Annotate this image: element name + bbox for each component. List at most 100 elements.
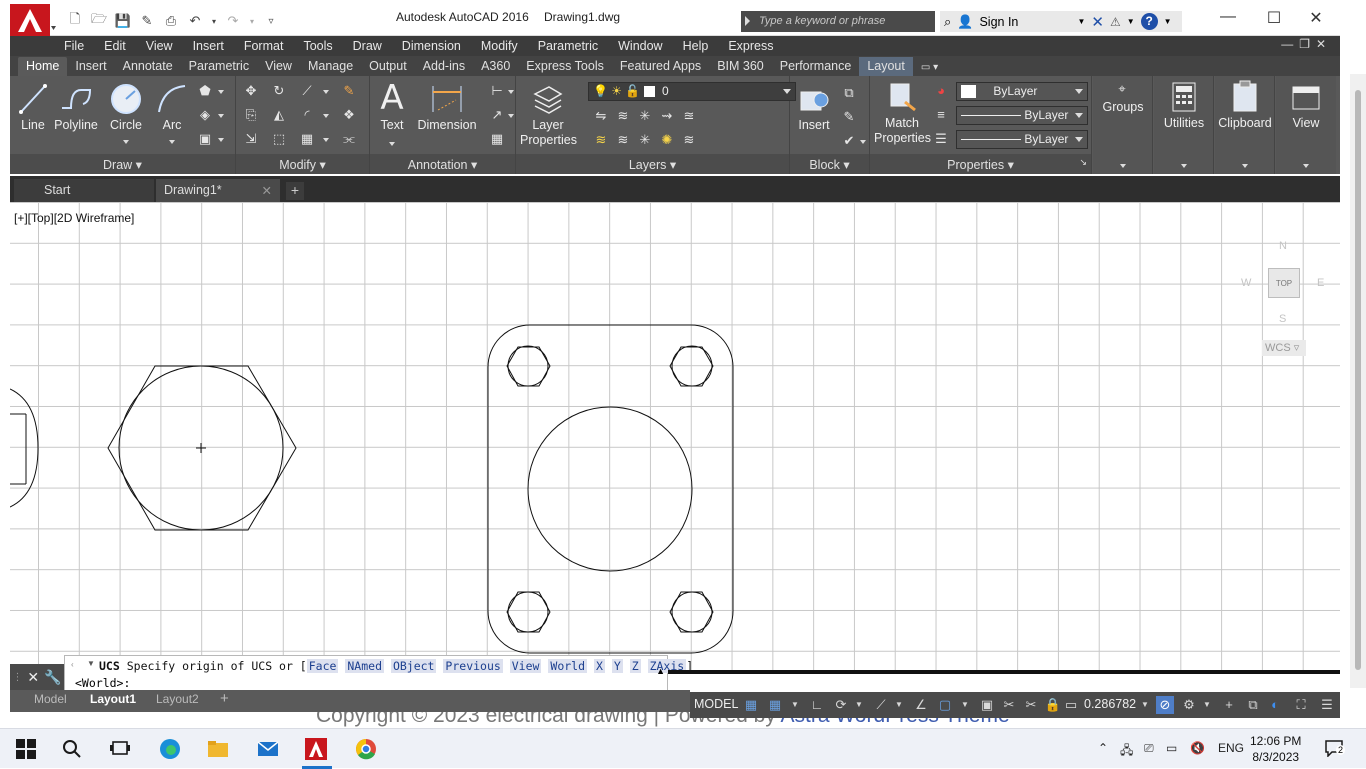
groups-icon[interactable]: ⌖ [1113, 80, 1131, 98]
sign-in-button[interactable]: Sign In [979, 15, 1071, 29]
mirror-icon[interactable]: ◭ [270, 106, 288, 124]
option-z[interactable]: Z [629, 659, 641, 673]
save-icon[interactable]: 💾 [113, 11, 133, 31]
exchange-apps-icon[interactable]: ✕ [1091, 13, 1104, 31]
region-dropdown-icon[interactable] [218, 138, 224, 142]
window-scrollbar[interactable] [1350, 74, 1366, 688]
option-face[interactable]: Face [306, 659, 339, 673]
lineweight-dropdown[interactable]: ByLayer [956, 106, 1088, 125]
block-panel-title[interactable]: Block ▾ [790, 154, 869, 174]
explode-icon[interactable]: ❖ [340, 106, 358, 124]
color-dropdown-icon[interactable] [1075, 89, 1083, 94]
binoculars-icon[interactable]: ⌕ [944, 14, 951, 30]
tab-express-tools[interactable]: Express Tools [518, 57, 612, 76]
color-wheel-icon[interactable]: ◕ [932, 82, 950, 100]
layer-freeze-icon[interactable]: ≋ [592, 131, 610, 149]
command-close-icon[interactable]: ✕ [27, 669, 39, 686]
layer-properties-button[interactable]: Layer Properties [520, 82, 577, 148]
rotate-icon[interactable]: ↻ [270, 82, 288, 100]
drawing-canvas[interactable]: [+][Top][2D Wireframe] [10, 202, 1340, 670]
linear-dim-icon[interactable]: ⊢ [488, 82, 506, 100]
document-window-controls[interactable]: —❐✕ [1281, 37, 1332, 51]
text-button[interactable]: A Text [374, 80, 410, 146]
layer-off-icon[interactable]: ≋ [614, 131, 632, 149]
scrollbar-thumb[interactable] [1355, 90, 1361, 670]
volume-muted-icon[interactable]: 🔇 [1190, 741, 1205, 755]
close-window-icon[interactable]: ✕ [1302, 8, 1330, 28]
layer-state-icon[interactable]: ⇋ [592, 107, 610, 125]
clipboard-dropdown-icon[interactable] [1242, 164, 1248, 168]
layers-panel-title[interactable]: Layers ▾ [516, 154, 789, 174]
grid-icon[interactable]: ▦ [742, 696, 760, 714]
option-object[interactable]: OBject [390, 659, 437, 673]
redo-icon[interactable]: ↷ [223, 11, 243, 31]
leader-icon[interactable]: ↗ [488, 106, 506, 124]
lineweight-dropdown-icon[interactable] [1075, 113, 1083, 118]
polar-icon[interactable]: ⟳ [832, 696, 850, 714]
auto-scale-icon[interactable]: ✂ [1022, 696, 1040, 714]
network-icon[interactable]: 🖧 [1120, 741, 1133, 762]
viewport-scale-icon[interactable]: ▭ [1062, 696, 1080, 714]
lineweight-icon[interactable]: ≡ [932, 106, 950, 124]
clock[interactable]: 12:06 PM 8/3/2023 [1250, 733, 1301, 765]
offset-icon[interactable]: ⫘ [340, 130, 358, 148]
wcs-menu[interactable]: WCS ▿ [1262, 340, 1306, 356]
show-hidden-icons-icon[interactable]: ⌃ [1098, 741, 1108, 755]
recent-commands-icon[interactable]: ▲ [656, 666, 665, 676]
arc-dropdown-icon[interactable] [169, 140, 175, 144]
array-dropdown-icon[interactable] [323, 138, 329, 142]
tab-layout2[interactable]: Layout2 [156, 692, 199, 706]
scale-icon[interactable]: ⬚ [270, 130, 288, 148]
utilities-button[interactable]: Utilities [1154, 116, 1214, 130]
quick-properties-icon[interactable]: ⊘ [1156, 696, 1174, 714]
layer-unisolate-icon[interactable]: ≊ [680, 107, 698, 125]
close-tab-icon[interactable]: ✕ [262, 183, 272, 198]
snap-icon[interactable]: ▦ [766, 696, 784, 714]
windows-start-icon[interactable] [14, 737, 38, 761]
isodraft-dropdown-icon[interactable]: ▼ [890, 696, 908, 714]
polygon-icon[interactable]: ⬟ [196, 82, 214, 100]
tab-view[interactable]: View [257, 57, 300, 76]
tab-parametric[interactable]: Parametric [181, 57, 257, 76]
dimension-button[interactable]: Dimension [414, 82, 480, 132]
clipboard-button[interactable]: Clipboard [1215, 116, 1275, 130]
trim-dropdown-icon[interactable] [323, 90, 329, 94]
help-button[interactable]: ? [1140, 13, 1158, 30]
hardware-acceleration-icon[interactable]: ◐ [1266, 696, 1284, 714]
properties-panel-title[interactable]: Properties ▾ ↘ [870, 154, 1091, 174]
polar-dropdown-icon[interactable]: ▼ [850, 696, 868, 714]
tab-featured-apps[interactable]: Featured Apps [612, 57, 709, 76]
annotation-visibility-icon[interactable]: ✂ [1000, 696, 1018, 714]
option-x[interactable]: X [593, 659, 605, 673]
linear-dim-dropdown-icon[interactable] [508, 90, 514, 94]
menu-parametric[interactable]: Parametric [528, 39, 608, 53]
a360-icon[interactable]: ⚠ [1110, 15, 1121, 29]
trim-icon[interactable]: ⟋ [298, 82, 316, 100]
tab-performance[interactable]: Performance [772, 57, 860, 76]
object-snap-icon[interactable]: ▢ [936, 696, 954, 714]
isodraft-icon[interactable]: ⟋ [872, 696, 890, 714]
region-icon[interactable]: ▣ [196, 130, 214, 148]
clean-screen-icon[interactable]: ⛶ [1292, 696, 1310, 714]
menu-edit[interactable]: Edit [94, 39, 136, 53]
tab-layout[interactable]: Layout [859, 57, 913, 76]
search-icon[interactable] [60, 737, 84, 761]
menu-modify[interactable]: Modify [471, 39, 528, 53]
stretch-icon[interactable]: ⇲ [242, 130, 260, 148]
object-snap-dropdown-icon[interactable]: ▼ [956, 696, 974, 714]
insert-button[interactable]: Insert [794, 82, 834, 132]
battery-icon[interactable]: ▭ [1166, 741, 1177, 755]
chrome-icon[interactable] [354, 737, 378, 761]
command-line-grip-icon[interactable]: ⋮ [12, 672, 22, 683]
minimize-icon[interactable]: — [1214, 8, 1242, 26]
tab-layout1[interactable]: Layout1 [90, 692, 136, 706]
viewcube-north[interactable]: N [1279, 240, 1287, 252]
command-dropdown-icon[interactable]: ▼ [87, 659, 95, 668]
table-icon[interactable]: ▦ [488, 130, 506, 148]
hatch-icon[interactable]: ◈ [196, 106, 214, 124]
view-dropdown-icon[interactable] [1303, 164, 1309, 168]
workspace-settings-icon[interactable]: ⚙ [1180, 696, 1198, 714]
menu-dimension[interactable]: Dimension [392, 39, 471, 53]
arc-button[interactable]: Arc [154, 82, 190, 144]
copy-icon[interactable]: ⎘ [242, 106, 260, 124]
